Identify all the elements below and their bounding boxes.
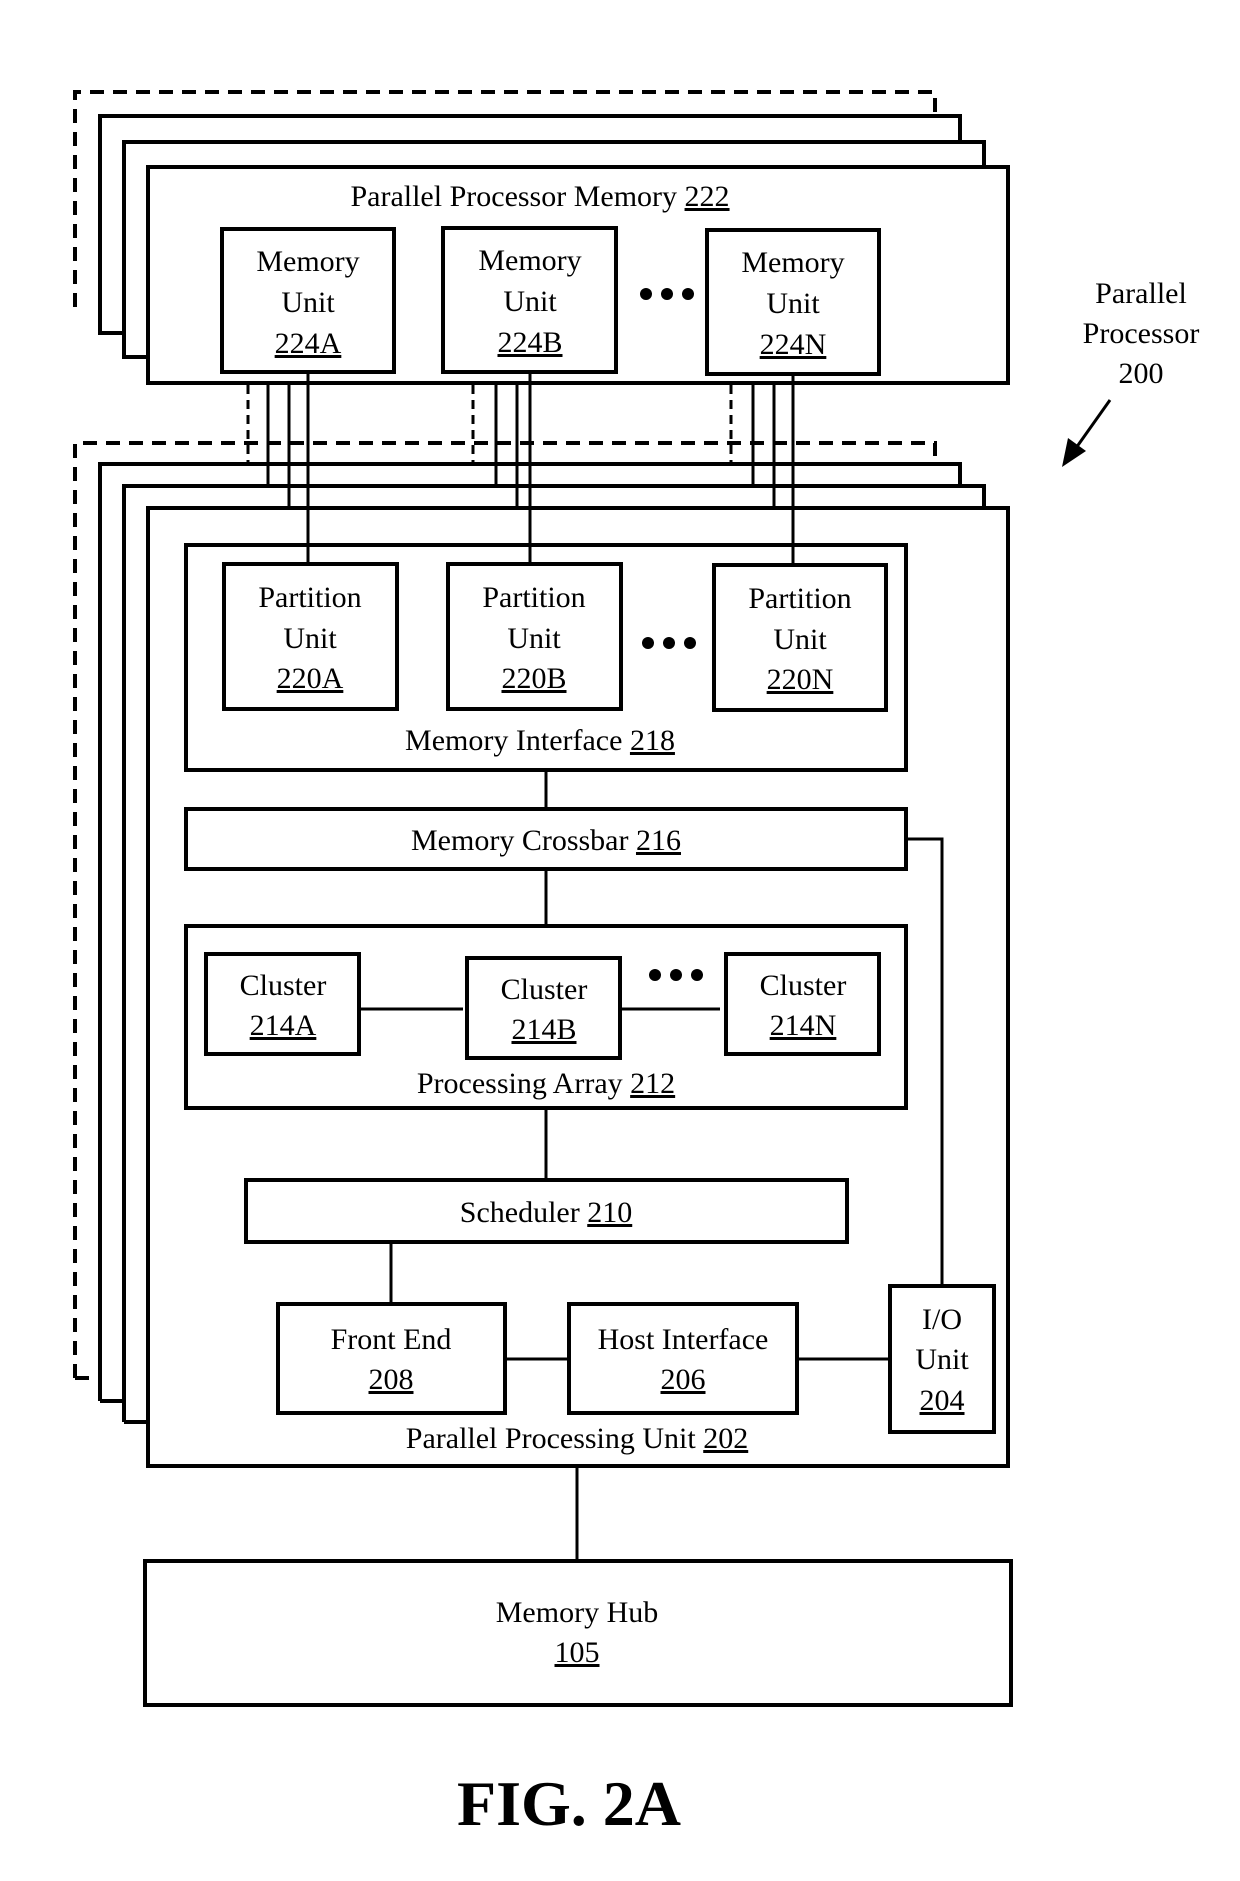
partition-unit-ref: 220A: [277, 662, 344, 695]
memory-unit-ref: 224N: [760, 328, 827, 361]
figure-caption: FIG. 2A: [457, 1768, 681, 1839]
memory-hub-label: Memory Hub: [496, 1596, 658, 1629]
cluster-ref: 214N: [770, 1009, 837, 1042]
host-interface-label: Host Interface: [598, 1323, 769, 1356]
partition-unit-label: Unit: [507, 622, 561, 655]
system-label-line2: Processor: [1083, 317, 1200, 350]
partition-unit-label: Unit: [773, 623, 827, 656]
memory-unit-ref: 224A: [275, 327, 342, 360]
partition-unit-220b: Partition Unit 220B: [446, 562, 623, 711]
memory-hub-105: Memory Hub 105: [143, 1559, 1013, 1707]
memory-unit-label: Unit: [503, 285, 557, 318]
partition-unit-label: Partition: [482, 581, 585, 614]
partition-unit-label: Unit: [283, 622, 337, 655]
partition-unit-ref: 220N: [767, 663, 834, 696]
partition-unit-label: Partition: [258, 581, 361, 614]
memory-unit-label: Unit: [766, 287, 820, 320]
cluster-ref: 214B: [511, 1013, 576, 1046]
parallel-processor-label: Parallel Processor 200: [1062, 277, 1199, 467]
pointer-arrow-icon: [1062, 399, 1112, 467]
cluster-label: Cluster: [240, 969, 327, 1002]
parallel-processor-memory-label: Parallel Processor Memory 222: [350, 180, 729, 213]
memory-interface-label: Memory Interface 218: [405, 724, 675, 757]
memory-unit-label: Memory: [478, 244, 581, 277]
cluster-214a: Cluster 214A: [204, 952, 361, 1056]
processing-array-label: Processing Array 212: [417, 1067, 675, 1100]
partition-unit-220a: Partition Unit 220A: [222, 562, 399, 711]
system-label-ref: 200: [1119, 357, 1164, 390]
memory-crossbar-216: Memory Crossbar 216: [184, 807, 908, 871]
memory-stack: Parallel Processor Memory 222 Memory Uni…: [73, 90, 1010, 385]
partition-unit-label: Partition: [748, 582, 851, 615]
memory-interface-218: Partition Unit 220A Partition Unit 220B …: [184, 543, 908, 772]
host-interface-206: Host Interface 206: [567, 1302, 799, 1415]
cluster-label: Cluster: [760, 969, 847, 1002]
cluster-214n: Cluster 214N: [724, 952, 881, 1056]
partition-unit-ref: 220B: [501, 662, 566, 695]
front-end-ref: 208: [369, 1363, 414, 1396]
memory-unit-label: Memory: [741, 246, 844, 279]
memory-units-ellipsis: [640, 288, 694, 300]
io-unit-ref: 204: [920, 1384, 965, 1417]
scheduler-210: Scheduler 210: [244, 1178, 849, 1244]
memory-unit-224n: Memory Unit 224N: [705, 228, 881, 376]
parallel-processing-unit-label: Parallel Processing Unit 202: [406, 1422, 748, 1455]
memory-unit-label: Memory: [256, 245, 359, 278]
parallel-processor-diagram: Parallel Processor Memory 222 Memory Uni…: [73, 90, 1199, 1839]
memory-unit-ref: 224B: [497, 326, 562, 359]
memory-interconnects: [246, 385, 776, 508]
memory-unit-224b: Memory Unit 224B: [441, 226, 618, 374]
cluster-ref: 214A: [250, 1009, 317, 1042]
scheduler-label: Scheduler 210: [460, 1196, 632, 1229]
system-label-line1: Parallel: [1095, 277, 1187, 310]
clusters-ellipsis: [649, 969, 703, 981]
partition-units-ellipsis: [642, 637, 696, 649]
cluster-label: Cluster: [501, 973, 588, 1006]
io-unit-label: I/O: [922, 1303, 962, 1336]
front-end-label: Front End: [331, 1323, 452, 1356]
memory-crossbar-label: Memory Crossbar 216: [411, 824, 681, 857]
partition-unit-220n: Partition Unit 220N: [712, 563, 888, 712]
memory-hub-ref: 105: [555, 1636, 600, 1669]
cluster-214b: Cluster 214B: [465, 956, 622, 1060]
memory-unit-224a: Memory Unit 224A: [220, 227, 396, 374]
io-unit-204: I/O Unit 204: [888, 1284, 996, 1434]
front-end-208: Front End 208: [276, 1302, 507, 1415]
io-unit-label: Unit: [915, 1343, 969, 1376]
processing-array-212: Cluster 214A Cluster 214B Cluster 214N P…: [184, 924, 908, 1110]
memory-unit-label: Unit: [281, 286, 335, 319]
host-interface-ref: 206: [661, 1363, 706, 1396]
